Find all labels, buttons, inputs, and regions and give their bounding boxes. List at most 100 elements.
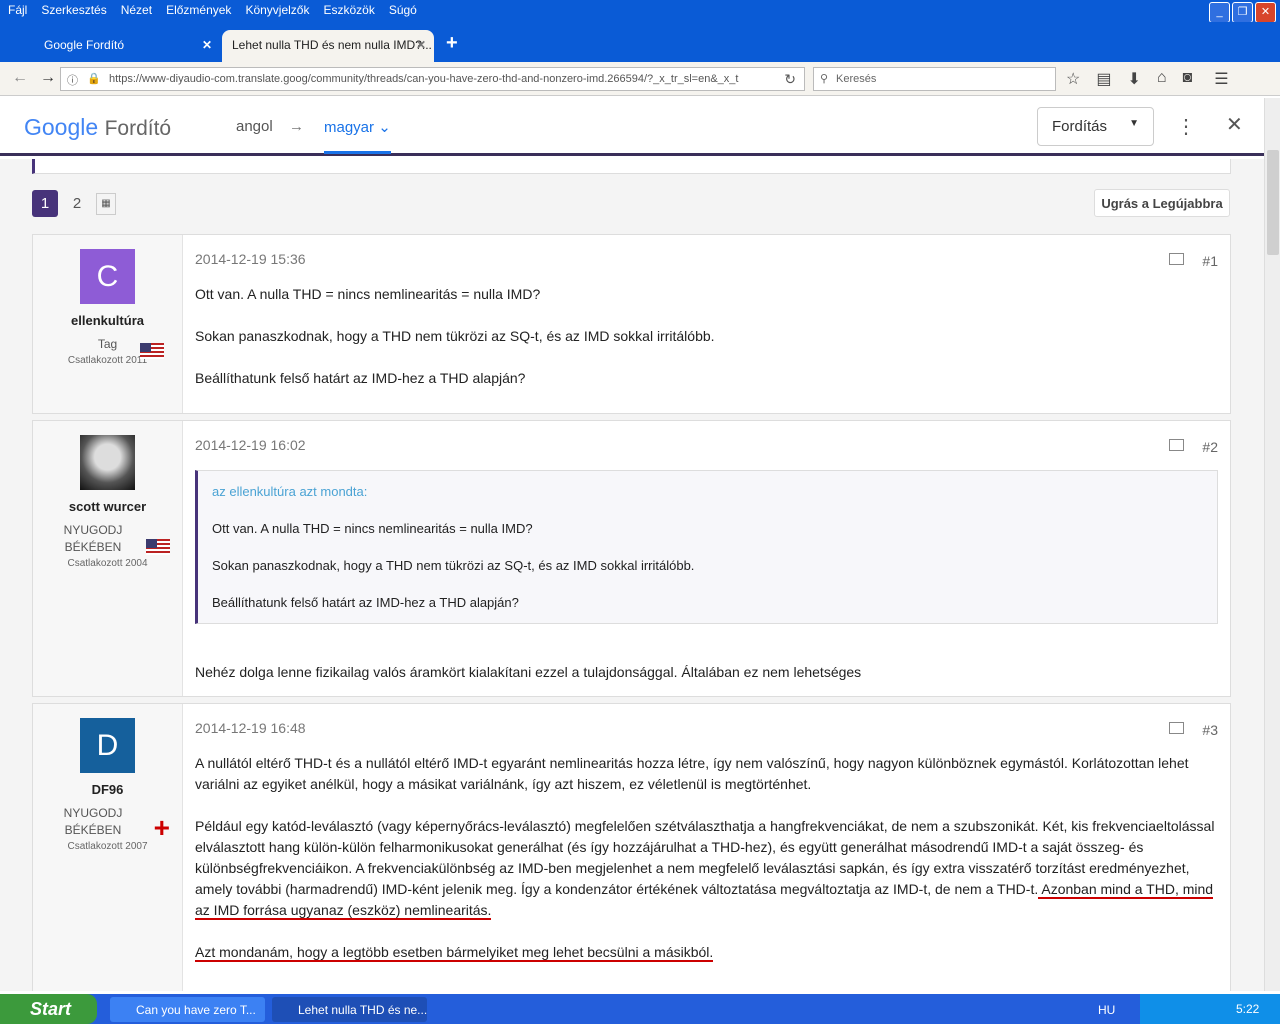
post-date[interactable]: 2014-12-19 16:02: [195, 437, 306, 453]
close-tab-icon[interactable]: ✕: [202, 38, 212, 52]
home-icon[interactable]: ⌂: [1157, 69, 1167, 89]
page-1[interactable]: 1: [32, 190, 58, 217]
quote-author[interactable]: az ellenkultúra azt mondta:: [212, 481, 1203, 502]
bookmark-star-icon[interactable]: ☆: [1066, 69, 1080, 89]
post-3: D DF96 NYUGODJ BÉKÉBEN Csatlakozott 2007…: [32, 703, 1231, 991]
close-window-button[interactable]: ✕: [1255, 2, 1276, 23]
post-number[interactable]: #1: [1202, 251, 1218, 272]
pocket-icon[interactable]: ◙: [1183, 69, 1193, 89]
system-tray: 5:22: [1140, 994, 1280, 1024]
tab-bar: Google Fordító ✕ Lehet nulla THD és nem n…: [0, 22, 1280, 62]
post-1: C ellenkultúra Tag Csatlakozott 2011 201…: [32, 234, 1231, 414]
clock[interactable]: 5:22: [1236, 1002, 1259, 1016]
user-title: NYUGODJ BÉKÉBEN: [63, 806, 123, 837]
menu-tools[interactable]: Eszközök: [323, 3, 374, 19]
avatar[interactable]: [80, 435, 135, 490]
new-tab-button[interactable]: +: [446, 32, 458, 55]
download-icon[interactable]: ⬇: [1127, 69, 1140, 89]
username[interactable]: ellenkultúra: [33, 313, 182, 328]
us-flag-icon: [140, 343, 164, 359]
menu-edit[interactable]: Szerkesztés: [41, 3, 106, 19]
lock-icon: 🔒: [87, 73, 101, 85]
jump-to-newest-button[interactable]: Ugrás a Legújabbra: [1094, 189, 1230, 217]
go-to-page-icon[interactable]: ▦: [96, 192, 116, 215]
us-flag-icon: [146, 539, 170, 555]
tab-label: Lehet nulla THD és nem nulla IMD?...: [232, 38, 432, 52]
target-language[interactable]: magyar ⌄: [324, 118, 391, 154]
url-input[interactable]: ⓘ 🔒 https://www-diyaudio-com.translate.goo…: [60, 67, 805, 91]
post-paragraph: A nullától eltérő THD-t és a nullától el…: [195, 755, 1189, 792]
user-panel: C ellenkultúra Tag Csatlakozott 2011: [33, 235, 183, 413]
reading-list-icon[interactable]: ▤: [1096, 69, 1111, 89]
search-placeholder: Keresés: [836, 73, 877, 85]
taskbar-item[interactable]: Can you have zero T...: [110, 997, 265, 1022]
collapse-icon[interactable]: ✕: [1226, 112, 1243, 137]
minimize-button[interactable]: _: [1209, 2, 1230, 23]
post-paragraph: Sokan panaszkodnak, hogy a THD nem tükrö…: [195, 328, 715, 344]
hamburger-menu-icon[interactable]: ☰: [1214, 69, 1228, 89]
url-text: https://www-diyaudio-com.translate.goog/…: [109, 73, 739, 85]
post-paragraph: Nehéz dolga lenne fizikailag valós áramk…: [195, 664, 862, 680]
menu-history[interactable]: Előzmények: [166, 3, 231, 19]
page-content: 1 2 ▦ Ugrás a Legújabbra C ellenkultúra …: [0, 159, 1264, 991]
google-translate-logo: Google Fordító: [24, 114, 172, 140]
taskbar: Start Can you have zero T... Lehet nulla…: [0, 994, 1280, 1024]
start-button[interactable]: Start: [0, 994, 97, 1024]
info-icon[interactable]: ⓘ: [67, 72, 78, 88]
quote-paragraph: Beállíthatunk felső határt az IMD-hez a …: [212, 595, 519, 610]
share-icon[interactable]: [1169, 439, 1184, 451]
dropdown-arrow-icon: ▼: [1129, 118, 1139, 129]
forward-icon[interactable]: →: [40, 69, 56, 87]
post-paragraph: Azt mondanám, hogy a legtöbb esetben bár…: [195, 942, 1218, 963]
tab-label: Google Fordító: [44, 38, 125, 52]
search-input[interactable]: ⚲ Keresés: [813, 67, 1056, 91]
menu-bookmarks[interactable]: Könyvjelzők: [245, 3, 309, 19]
share-icon[interactable]: [1169, 253, 1184, 265]
username[interactable]: DF96: [33, 782, 182, 797]
search-icon: ⚲: [820, 73, 829, 85]
username[interactable]: scott wurcer: [33, 499, 182, 514]
tab-thread[interactable]: Lehet nulla THD és nem nulla IMD?... ✕: [222, 30, 434, 62]
page-2[interactable]: 2: [64, 190, 90, 217]
post-paragraph: Ott van. A nulla THD = nincs nemlinearit…: [195, 286, 541, 302]
post-paragraph: Például egy katód-leválasztó (vagy képer…: [195, 818, 1215, 920]
chevron-down-icon: ⌄: [378, 119, 391, 136]
taskbar-item[interactable]: Lehet nulla THD és ne...: [272, 997, 427, 1022]
menu-file[interactable]: Fájl: [8, 3, 27, 19]
translate-mode-select[interactable]: Fordítás ▼: [1037, 107, 1154, 146]
avatar[interactable]: D: [80, 718, 135, 773]
cross-icon: +: [153, 812, 170, 843]
menu-bar: Fájl Szerkesztés Nézet Előzmények Könyvj…: [0, 0, 1280, 23]
back-icon[interactable]: ←: [12, 69, 28, 87]
tab-google-translate[interactable]: Google Fordító ✕: [20, 30, 220, 62]
user-title: NYUGODJ BÉKÉBEN: [63, 523, 123, 554]
arrow-icon: →: [289, 118, 304, 135]
post-date[interactable]: 2014-12-19 15:36: [195, 251, 306, 267]
pagination: 1 2 ▦: [32, 190, 116, 217]
maximize-button[interactable]: ❐: [1232, 2, 1253, 23]
google-translate-bar: Google Fordító angol → magyar ⌄ Fordítás…: [0, 98, 1264, 156]
menu-help[interactable]: Súgó: [389, 3, 417, 19]
language-indicator[interactable]: HU: [1098, 1003, 1115, 1017]
share-icon[interactable]: [1169, 722, 1184, 734]
user-panel: scott wurcer NYUGODJ BÉKÉBEN Csatlakozot…: [33, 421, 183, 696]
nav-bar: ← → ⓘ 🔒 https://www-diyaudio-com.translate…: [0, 62, 1280, 96]
post-number[interactable]: #2: [1202, 437, 1218, 458]
more-options-icon[interactable]: ⋮: [1176, 114, 1196, 139]
scrollbar[interactable]: [1264, 98, 1280, 991]
quote-block: az ellenkultúra azt mondta: Ott van. A n…: [195, 470, 1218, 624]
post-date[interactable]: 2014-12-19 16:48: [195, 720, 306, 736]
joined-date: Csatlakozott 2004: [67, 558, 148, 569]
post-number[interactable]: #3: [1202, 720, 1218, 741]
reload-icon[interactable]: ↻: [784, 71, 796, 88]
avatar[interactable]: C: [80, 249, 135, 304]
quote-paragraph: Ott van. A nulla THD = nincs nemlinearit…: [212, 521, 533, 536]
menu-view[interactable]: Nézet: [121, 3, 152, 19]
quote-paragraph: Sokan panaszkodnak, hogy a THD nem tükrö…: [212, 558, 695, 573]
source-language[interactable]: angol: [236, 118, 273, 135]
post-2: scott wurcer NYUGODJ BÉKÉBEN Csatlakozot…: [32, 420, 1231, 697]
close-tab-icon[interactable]: ✕: [416, 38, 426, 52]
scrollbar-thumb[interactable]: [1267, 150, 1279, 255]
user-panel: D DF96 NYUGODJ BÉKÉBEN Csatlakozott 2007…: [33, 704, 183, 991]
post-paragraph: Beállíthatunk felső határt az IMD-hez a …: [195, 370, 526, 386]
